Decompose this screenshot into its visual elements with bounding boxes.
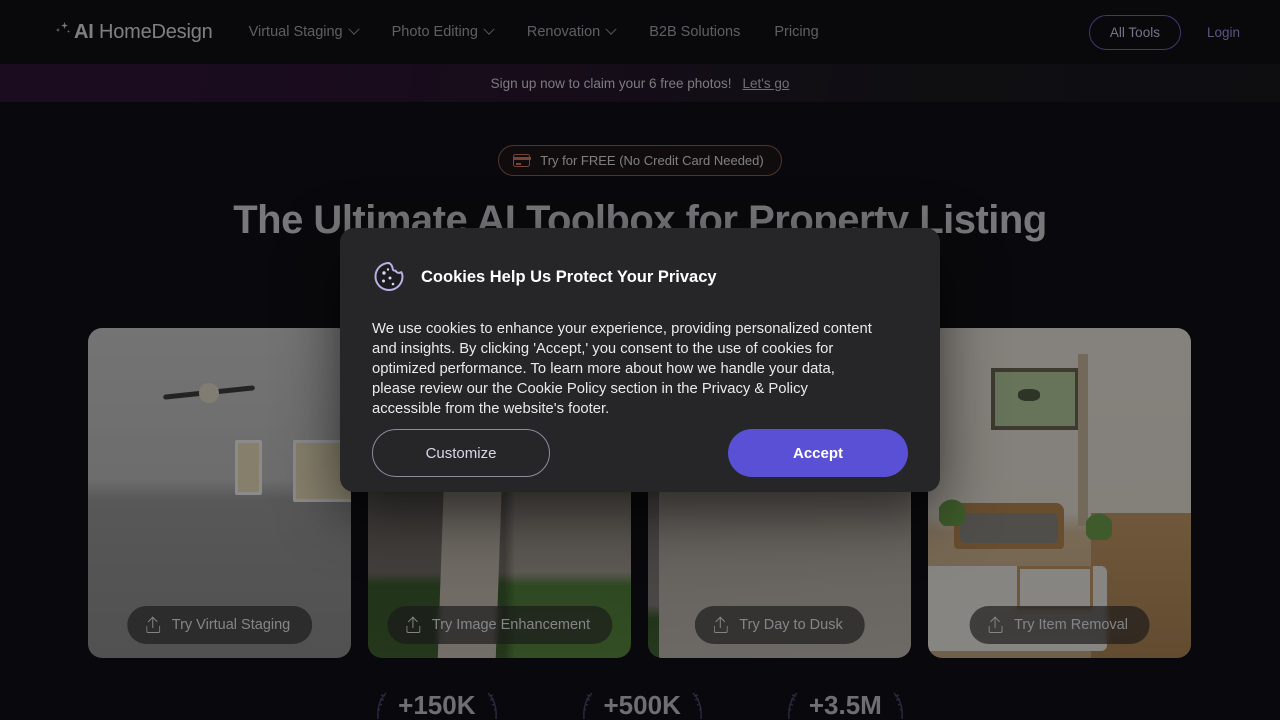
cookie-modal-title: Cookies Help Us Protect Your Privacy bbox=[421, 267, 717, 286]
cookie-modal-actions: Customize Accept bbox=[372, 429, 908, 477]
cookie-icon bbox=[374, 262, 404, 291]
cookie-consent-modal: Cookies Help Us Protect Your Privacy We … bbox=[340, 228, 940, 492]
cookie-modal-header: Cookies Help Us Protect Your Privacy bbox=[372, 260, 908, 294]
accept-cookies-button[interactable]: Accept bbox=[728, 429, 908, 477]
cookie-modal-body: We use cookies to enhance your experienc… bbox=[372, 321, 872, 417]
customize-cookies-button[interactable]: Customize bbox=[372, 429, 550, 477]
page-root: AI HomeDesign Virtual Staging Photo Edit… bbox=[0, 0, 1280, 720]
